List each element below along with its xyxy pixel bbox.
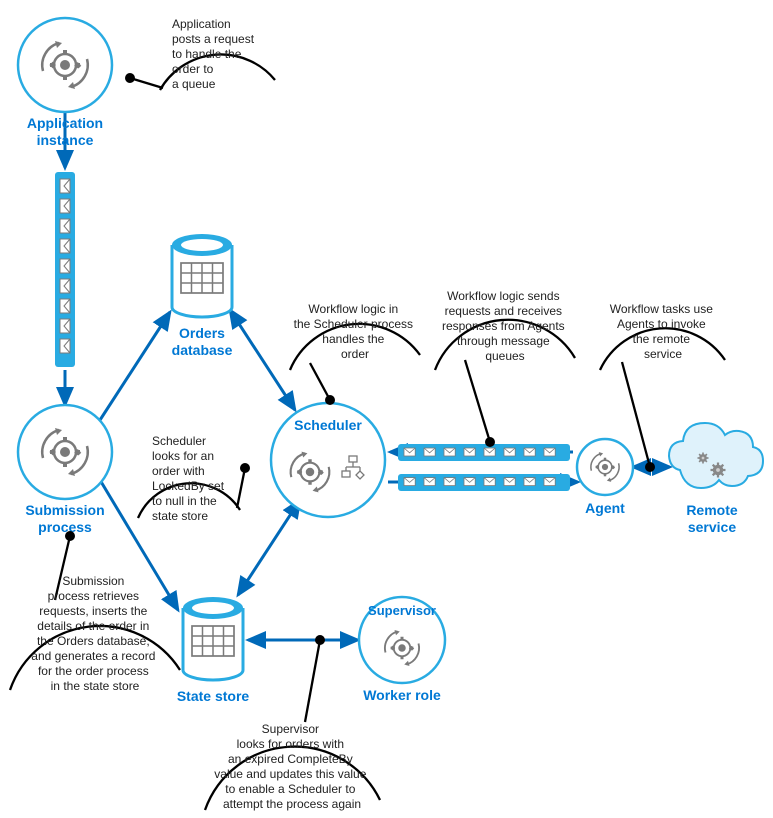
svg-text:Workflow logic in the Sc: Workflow logic in the Scheduler process … xyxy=(294,302,417,361)
supervisor-label: Supervisor xyxy=(368,603,436,618)
queue-scheduler-agent-bottom xyxy=(388,474,578,491)
application-instance-label-2: instance xyxy=(37,132,94,148)
remote-service-label-1: Remote xyxy=(686,502,738,518)
svg-text:Submission process retri: Submission process retrieves requests, i… xyxy=(31,574,158,693)
callout-submission: Submission process retrieves requests, i… xyxy=(10,531,180,693)
orders-database-label-2: database xyxy=(172,342,233,358)
agent-node: Agent xyxy=(577,439,633,516)
remote-service-node: Remote service xyxy=(669,423,763,535)
orders-database-label-1: Orders xyxy=(179,325,225,341)
callout-application: Application posts a request to handle th… xyxy=(125,17,275,91)
supervisor-worker-role: Worker role xyxy=(363,687,441,703)
callout-workflow-logic: Workflow logic in the Scheduler process … xyxy=(290,302,420,405)
state-store-label: State store xyxy=(177,688,250,704)
state-store-node: State store xyxy=(177,597,250,704)
submission-process-label-1: Submission xyxy=(25,502,104,518)
application-instance-label-1: Application xyxy=(27,115,103,131)
remote-service-label-2: service xyxy=(688,519,736,535)
queue-app-submission xyxy=(55,112,75,367)
queue-scheduler-agent-top xyxy=(390,444,573,461)
svg-text:Workflow logic sends req: Workflow logic sends requests and receiv… xyxy=(442,289,568,363)
callout-scheduler-lookup: Scheduler looks for an order with Locked… xyxy=(138,434,250,523)
svg-text:Application posts a requ: Application posts a request to handle th… xyxy=(172,17,257,91)
supervisor-node: Supervisor Worker role xyxy=(359,597,445,703)
submission-process-node: Submission process xyxy=(18,405,112,535)
agent-label: Agent xyxy=(585,500,625,516)
application-instance-node: Application instance xyxy=(18,18,112,148)
submission-process-label-2: process xyxy=(38,519,92,535)
svg-text:Workflow tasks use Agent: Workflow tasks use Agents to invoke the … xyxy=(610,302,717,361)
svg-text:Scheduler looks for an: Scheduler looks for an order with Locked… xyxy=(152,434,227,523)
orders-database-node: Orders database xyxy=(172,234,233,358)
scheduler-label: Scheduler xyxy=(294,417,362,433)
svg-text:Supervisor looks for ord: Supervisor looks for orders with an expi… xyxy=(214,722,369,811)
scheduler-node: Scheduler xyxy=(271,403,385,517)
callout-workflow-queues: Workflow logic sends requests and receiv… xyxy=(435,289,575,447)
